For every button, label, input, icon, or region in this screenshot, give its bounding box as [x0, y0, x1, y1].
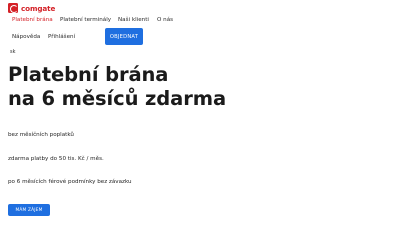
- hero-title-line-1: Platební brána: [8, 63, 169, 86]
- nav-item-nasi-klienti[interactable]: Naši klienti: [118, 17, 149, 23]
- nav-item-o-nas[interactable]: O nás: [157, 17, 173, 23]
- nav-item-prihlaseni[interactable]: Přihlášení: [48, 34, 75, 40]
- order-button[interactable]: OBJEDNAT: [105, 28, 143, 45]
- hero-title-line-2: na 6 měsíců zdarma: [8, 87, 227, 110]
- hero-title: Platební brána na 6 měsíců zdarma: [8, 63, 226, 111]
- logo-text: comgate: [21, 3, 56, 13]
- benefit-item: zdarma platby do 50 tis. Kč / měs.: [8, 156, 104, 162]
- nav-item-platebni-terminaly[interactable]: Platební terminály: [60, 17, 111, 23]
- logo[interactable]: comgate: [8, 3, 55, 13]
- page: comgate Platební brána Platební terminál…: [0, 0, 400, 250]
- nav-item-napoveda[interactable]: Nápověda: [12, 34, 40, 40]
- interest-button[interactable]: MÁM ZÁJEM: [8, 204, 50, 216]
- language-switch[interactable]: sk: [10, 49, 16, 55]
- comgate-logo-icon: [8, 3, 18, 13]
- benefit-item: bez měsíčních poplatků: [8, 132, 74, 138]
- nav-item-platebni-brana[interactable]: Platební brána: [12, 17, 53, 23]
- benefit-item: po 6 měsících férové podmínky bez závazk…: [8, 179, 132, 185]
